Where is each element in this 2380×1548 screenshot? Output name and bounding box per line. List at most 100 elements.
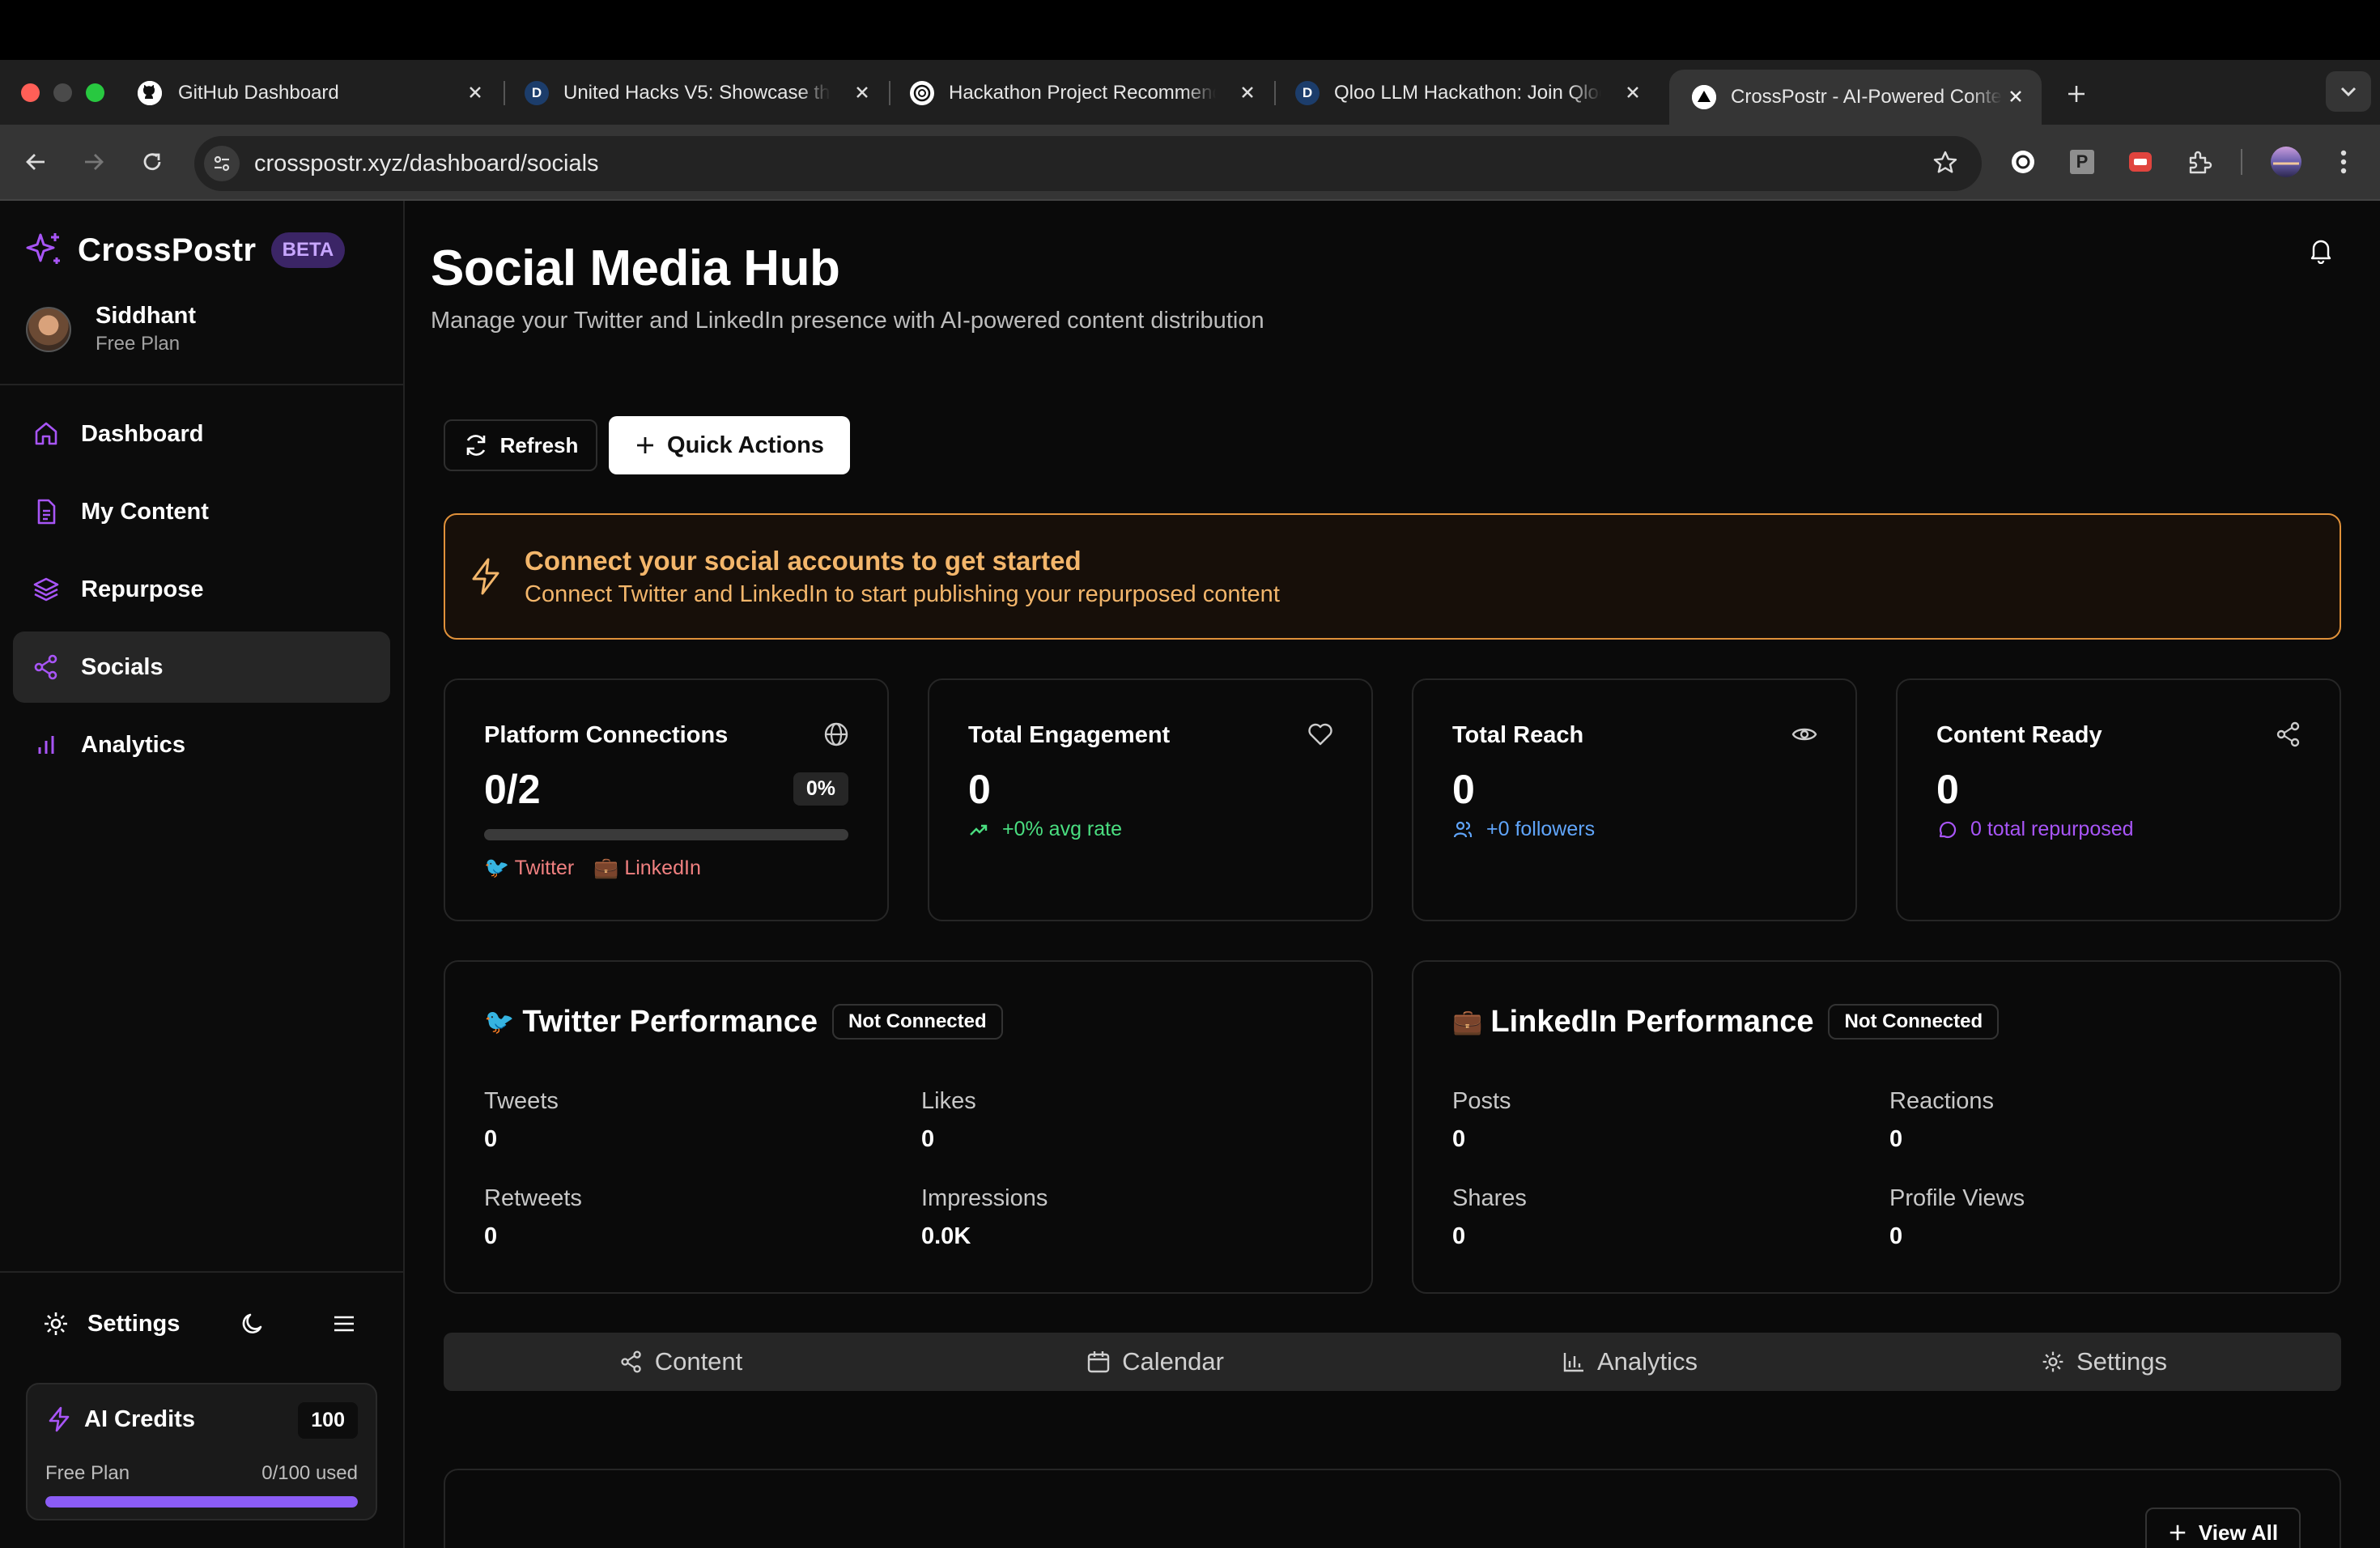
tab-title: Qloo LLM Hackathon: Join Qloo	[1334, 82, 1601, 104]
user-name: Siddhant	[96, 303, 197, 329]
tab-label: Content	[654, 1347, 743, 1376]
close-tab-icon[interactable]	[1233, 78, 1262, 107]
extension-red-icon[interactable]	[2127, 148, 2154, 176]
browser-tab[interactable]: D United Hacks V5: Showcase the	[525, 70, 877, 117]
gear-icon	[45, 1312, 67, 1335]
bookmark-star-icon[interactable]	[1932, 149, 1959, 176]
sidebar-item-label: My Content	[81, 498, 209, 525]
close-window-button[interactable]	[21, 83, 40, 102]
metric-label: Tweets	[484, 1088, 559, 1114]
document-icon	[37, 499, 56, 525]
close-tab-icon[interactable]	[2001, 82, 2030, 111]
reload-icon[interactable]	[136, 146, 168, 178]
metric-value: 0	[1452, 1126, 1466, 1152]
site-settings-icon[interactable]	[204, 146, 240, 181]
stat-sub: +0 followers	[1486, 818, 1596, 840]
ai-credits-title: AI Credits	[84, 1406, 195, 1432]
profile-avatar[interactable]	[2270, 146, 2302, 178]
content-panel: View All	[444, 1469, 2341, 1548]
metric-value: 0	[484, 1126, 498, 1152]
new-tab-button[interactable]	[2060, 78, 2093, 110]
metric-value: 0.0K	[921, 1223, 971, 1249]
tab-settings[interactable]: Settings	[1867, 1333, 2341, 1391]
close-tab-icon[interactable]	[1618, 78, 1647, 107]
forward-arrow-icon[interactable]	[78, 146, 110, 178]
menu-icon[interactable]	[330, 1310, 358, 1337]
tab-calendar[interactable]: Calendar	[918, 1333, 1392, 1391]
tab-separator	[504, 81, 505, 105]
view-all-label: View All	[2198, 1520, 2279, 1545]
tab-content[interactable]: Content	[444, 1333, 918, 1391]
minimize-window-button[interactable]	[53, 83, 72, 102]
close-tab-icon[interactable]	[848, 78, 877, 107]
extension-circle-icon[interactable]	[2009, 148, 2037, 176]
notifications-bell-icon[interactable]	[2307, 236, 2335, 264]
sidebar-item-label: Socials	[81, 653, 164, 680]
extensions-puzzle-icon[interactable]	[2186, 148, 2213, 176]
home-icon	[35, 422, 57, 445]
bar-chart-icon	[38, 736, 54, 754]
metric-label: Likes	[921, 1088, 976, 1114]
stat-label: Total Engagement	[968, 722, 1171, 748]
toolbar-divider	[2241, 149, 2242, 175]
close-tab-icon[interactable]	[461, 78, 490, 107]
tab-title: Hackathon Project Recommender	[949, 82, 1216, 104]
share-icon	[621, 1350, 641, 1373]
credits-used: 0/100 used	[261, 1462, 358, 1484]
user-plan: Free Plan	[96, 333, 181, 355]
tab-label: Analytics	[1596, 1347, 1698, 1376]
metric-label: Profile Views	[1889, 1185, 2025, 1211]
stat-value: 0/2	[484, 767, 541, 812]
twitter-performance-title: Twitter Performance	[522, 1004, 818, 1039]
linkedin-chip: 💼 LinkedIn	[593, 857, 701, 879]
metric-impressions: Impressions 0.0K	[921, 1185, 1048, 1250]
stat-label: Platform Connections	[484, 722, 729, 748]
lightning-icon	[49, 1406, 70, 1432]
tab-analytics[interactable]: Analytics	[1392, 1333, 1867, 1391]
sidebar-item-socials[interactable]: Socials	[13, 632, 390, 703]
quick-actions-button[interactable]: Quick Actions	[609, 416, 850, 474]
credits-progress	[45, 1496, 358, 1508]
stat-label: Total Reach	[1452, 722, 1584, 748]
refresh-label: Refresh	[499, 432, 579, 457]
back-arrow-icon[interactable]	[19, 146, 52, 178]
view-all-button[interactable]: View All	[2145, 1508, 2301, 1548]
share-icon	[34, 654, 57, 680]
browser-tab-active[interactable]: CrossPostr - AI-Powered Content	[1669, 70, 2042, 125]
sidebar-item-analytics[interactable]: Analytics	[13, 709, 390, 780]
github-icon	[138, 81, 162, 105]
tab-search-button[interactable]	[2326, 71, 2371, 112]
stat-card-total-reach: Total Reach 0 +0 followers	[1412, 678, 1857, 921]
sidebar: CrossPostr BETA Siddhant Free Plan Dashb…	[0, 201, 405, 1548]
theme-toggle-moon-icon[interactable]	[240, 1310, 267, 1337]
twitter-emoji: 🐦	[484, 1008, 515, 1036]
sidebar-item-label: Repurpose	[81, 576, 204, 602]
tab-title: GitHub Dashboard	[178, 82, 339, 104]
browser-tab[interactable]: GitHub Dashboard	[138, 70, 490, 117]
main-content: Social Media Hub Manage your Twitter and…	[405, 201, 2380, 1548]
alert-message: Connect Twitter and LinkedIn to start pu…	[525, 581, 1280, 607]
connection-percent-badge: 0%	[793, 772, 848, 806]
openai-icon	[910, 81, 934, 105]
devpost-icon: D	[1295, 81, 1320, 105]
user-profile[interactable]: Siddhant Free Plan	[26, 303, 196, 355]
settings-button[interactable]: Settings	[42, 1310, 180, 1337]
sidebar-item-dashboard[interactable]: Dashboard	[13, 398, 390, 470]
browser-tab[interactable]: D Qloo LLM Hackathon: Join Qloo	[1295, 70, 1647, 117]
refresh-button[interactable]: Refresh	[444, 419, 597, 471]
brand[interactable]: CrossPostr BETA	[24, 230, 346, 270]
sidebar-item-label: Dashboard	[81, 420, 204, 447]
address-bar[interactable]: crosspostr.xyz/dashboard/socials	[194, 136, 1982, 191]
avatar	[26, 306, 71, 352]
metric-posts: Posts 0	[1452, 1088, 1511, 1153]
sidebar-item-my-content[interactable]: My Content	[13, 476, 390, 547]
browser-tab[interactable]: Hackathon Project Recommender	[910, 70, 1262, 117]
extension-p-icon[interactable]: P	[2068, 148, 2096, 176]
bar-chart-icon	[1563, 1353, 1583, 1372]
sidebar-item-repurpose[interactable]: Repurpose	[13, 554, 390, 625]
linkedin-emoji: 💼	[1452, 1008, 1483, 1036]
browser-menu-icon[interactable]	[2330, 148, 2357, 176]
tab-label: Settings	[2076, 1347, 2167, 1376]
maximize-window-button[interactable]	[86, 83, 104, 102]
metric-label: Shares	[1452, 1185, 1527, 1211]
